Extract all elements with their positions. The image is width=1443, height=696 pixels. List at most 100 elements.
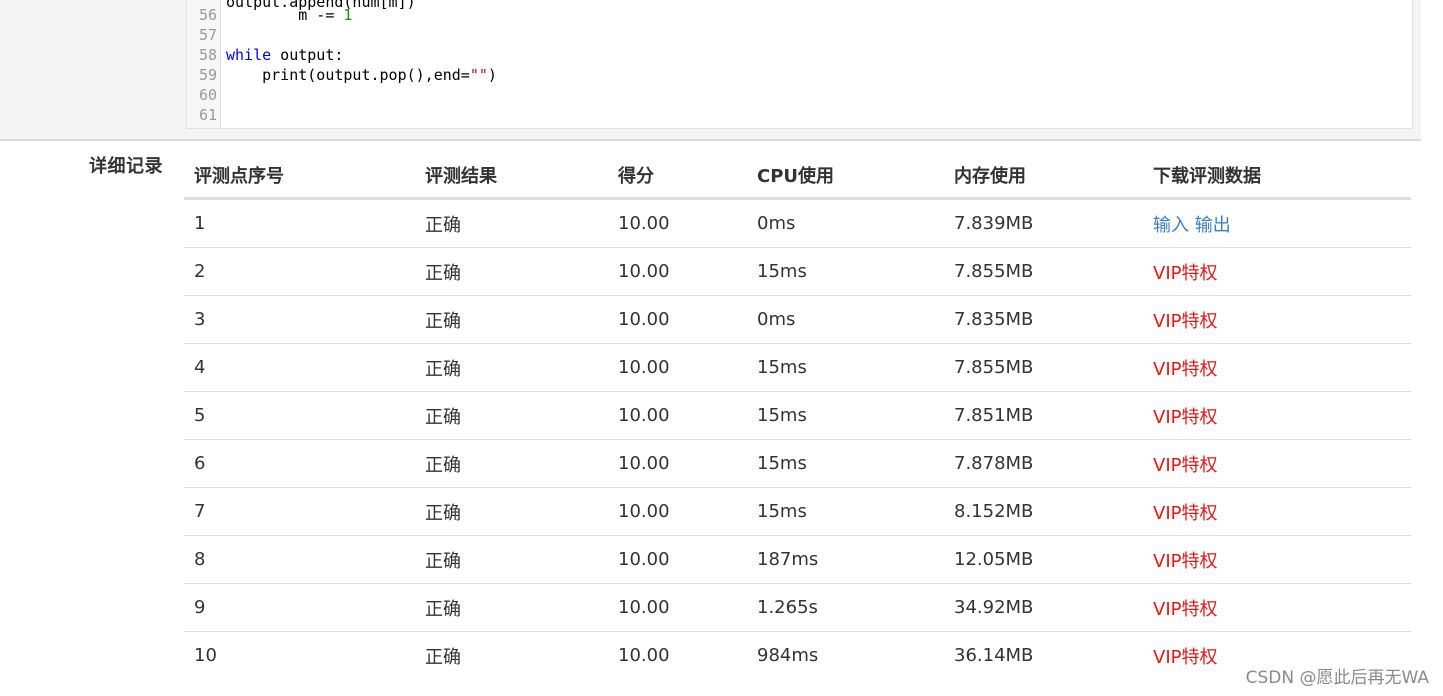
cell-download: VIP特权 — [1143, 583, 1411, 632]
cell-result: 正确 — [415, 583, 608, 632]
cell-score: 10.00 — [608, 247, 747, 296]
cell-score: 10.00 — [618, 645, 670, 666]
table-row: 5 正确 10.00 15ms 7.851MB VIP特权 — [184, 391, 1411, 440]
cell-download: VIP特权 — [1143, 535, 1411, 584]
cell-test-index: 4 — [184, 343, 415, 392]
cell-memory: 8.152MB — [944, 487, 1143, 536]
cell-result: 正确 — [425, 646, 461, 668]
code-section: output.append(num[m]) 56 m -= 1 57 58 while… — [0, 0, 1421, 141]
line-number: 60 — [198, 86, 217, 104]
cell-test-index: 1 — [184, 198, 415, 248]
cell-score: 10.00 — [608, 487, 747, 536]
table-row: 9 正确 10.00 1.265s 34.92MB VIP特权 — [184, 583, 1411, 632]
cell-test-index: 2 — [184, 247, 415, 296]
cell-test-index: 7 — [184, 487, 415, 536]
cell-score: 10.00 — [608, 535, 747, 584]
vip-privilege-link[interactable]: VIP特权 — [1153, 359, 1217, 380]
line-number: 57 — [198, 26, 217, 44]
vip-privilege-link[interactable]: VIP特权 — [1153, 455, 1217, 476]
detail-record-label: 详细记录 — [89, 156, 163, 177]
cell-test-index: 9 — [184, 583, 415, 632]
table-body: 1 正确 10.00 0ms 7.839MB 输入 输出 2 正确 10.00 15ms 7.855… — [184, 198, 1411, 680]
code-line: 58 while output: — [187, 45, 1412, 65]
cell-download: VIP特权 — [1143, 391, 1411, 440]
code-string: "" — [469, 66, 488, 84]
cell-memory: 36.14MB — [954, 645, 1034, 666]
csdn-watermark: CSDN @愿此后再无WA — [1245, 668, 1429, 688]
cell-result: 正确 — [415, 247, 608, 296]
code-text: while output: — [226, 45, 343, 65]
cell-cpu: 15ms — [747, 343, 944, 392]
header-memory: 内存使用 — [944, 152, 1143, 200]
code-lines: output.append(num[m]) 56 m -= 1 57 58 while… — [187, 0, 1412, 125]
cell-cpu: 15ms — [747, 391, 944, 440]
vip-privilege-link[interactable]: VIP特权 — [1153, 599, 1217, 620]
code-token: print(output.pop(),end= — [262, 66, 470, 84]
code-text: print(output.pop(),end="") — [226, 65, 497, 85]
vip-privilege-link[interactable]: VIP特权 — [1153, 263, 1217, 284]
cell-test-index: 6 — [184, 439, 415, 488]
cell-cpu: 0ms — [747, 198, 944, 248]
cell-cpu: 187ms — [747, 535, 944, 584]
cell-result: 正确 — [415, 535, 608, 584]
table-row: 6 正确 10.00 15ms 7.878MB VIP特权 — [184, 439, 1411, 488]
cell-memory: 34.92MB — [944, 583, 1143, 632]
table-header-row: 评测点序号 评测结果 得分 CPU使用 内存使用 下载评测数据 — [184, 152, 1411, 200]
cell-test-index: 5 — [184, 391, 415, 440]
cell-memory: 7.855MB — [944, 247, 1143, 296]
code-viewer[interactable]: output.append(num[m]) 56 m -= 1 57 58 while… — [186, 0, 1413, 129]
header-score: 得分 — [608, 152, 747, 200]
code-line: 59 print(output.pop(),end="") — [187, 65, 1412, 85]
cell-cpu: 15ms — [747, 439, 944, 488]
line-number: 59 — [198, 66, 217, 84]
cell-cpu: 984ms — [757, 645, 819, 666]
cell-memory: 12.05MB — [944, 535, 1143, 584]
cell-result: 正确 — [415, 198, 608, 248]
download-input-link[interactable]: 输入 — [1153, 215, 1189, 236]
code-token: m -= — [298, 6, 344, 24]
vip-privilege-link[interactable]: VIP特权 — [1153, 503, 1217, 524]
cell-result: 正确 — [415, 439, 608, 488]
table-row: 10 正确 10.00 984ms 36.14MB VIP特权 — [184, 632, 1411, 680]
cell-download: VIP特权 — [1143, 295, 1411, 344]
cell-memory: 7.839MB — [944, 198, 1143, 248]
cell-memory: 7.855MB — [944, 343, 1143, 392]
vip-privilege-link[interactable]: VIP特权 — [1153, 311, 1217, 332]
cell-score: 10.00 — [608, 391, 747, 440]
cell-download: VIP特权 — [1143, 343, 1411, 392]
code-line: 61 — [187, 105, 1412, 125]
header-download: 下载评测数据 — [1143, 152, 1411, 200]
cell-score: 10.00 — [608, 295, 747, 344]
test-result-table: 评测点序号 评测结果 得分 CPU使用 内存使用 下载评测数据 1 正确 10.00… — [184, 152, 1411, 679]
cell-cpu: 15ms — [747, 487, 944, 536]
table-row: 7 正确 10.00 15ms 8.152MB VIP特权 — [184, 487, 1411, 536]
line-number: 58 — [198, 46, 217, 64]
cell-download: VIP特权 — [1143, 487, 1411, 536]
code-keyword: while — [226, 46, 272, 64]
cell-result: 正确 — [415, 295, 608, 344]
cell-cpu: 0ms — [747, 295, 944, 344]
cell-score: 10.00 — [608, 198, 747, 248]
cell-download: 输入 输出 — [1143, 198, 1411, 248]
download-output-link[interactable]: 输出 — [1195, 215, 1231, 236]
cell-download: VIP特权 — [1143, 247, 1411, 296]
vip-privilege-link[interactable]: VIP特权 — [1153, 407, 1217, 428]
header-result: 评测结果 — [415, 152, 608, 200]
table-row: 2 正确 10.00 15ms 7.855MB VIP特权 — [184, 247, 1411, 296]
code-token: output: — [271, 46, 344, 64]
cell-score: 10.00 — [608, 583, 747, 632]
cell-memory: 7.878MB — [944, 439, 1143, 488]
code-token: ) — [487, 66, 497, 84]
table-row: 8 正确 10.00 187ms 12.05MB VIP特权 — [184, 535, 1411, 584]
code-number: 1 — [343, 6, 353, 24]
code-text: m -= 1 — [226, 5, 352, 25]
cell-score: 10.00 — [608, 439, 747, 488]
line-number: 61 — [198, 106, 217, 124]
cell-score: 10.00 — [608, 343, 747, 392]
vip-privilege-link[interactable]: VIP特权 — [1153, 647, 1217, 668]
vip-privilege-link[interactable]: VIP特权 — [1153, 551, 1217, 572]
line-number: 56 — [198, 6, 217, 24]
code-line: 56 m -= 1 — [187, 5, 1412, 25]
